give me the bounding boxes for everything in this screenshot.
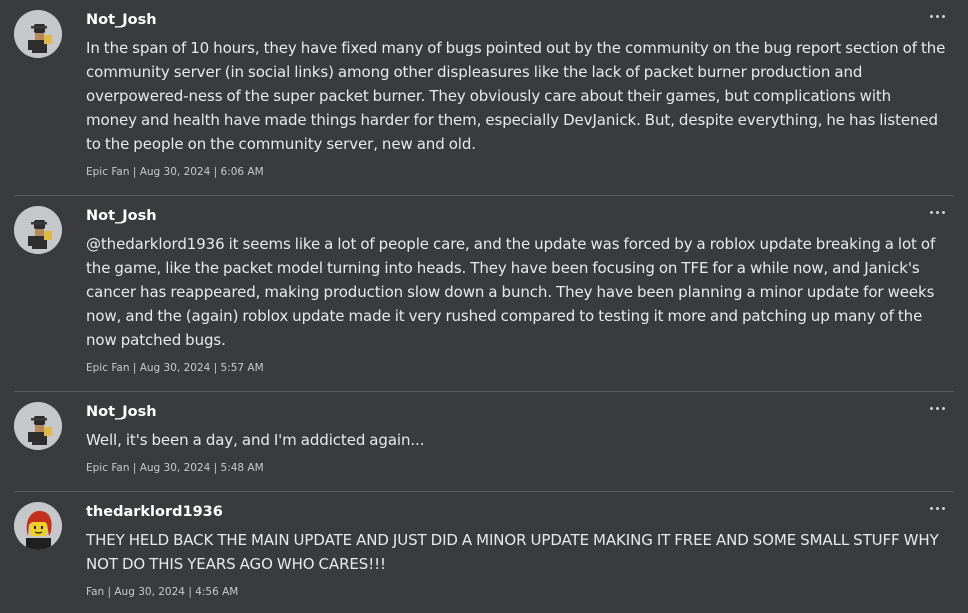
comment-text: @thedarklord1936 it seems like a lot of … (86, 235, 936, 349)
comment-text: THEY HELD BACK THE MAIN UPDATE AND JUST … (86, 531, 939, 573)
comment-item: Not_Josh Well, it's been a day, and I'm … (0, 392, 968, 492)
grey-avatar-icon[interactable] (14, 10, 62, 58)
more-options-icon[interactable] (930, 208, 946, 216)
comment-author[interactable]: Not_Josh (86, 404, 157, 420)
comment-item: Not_Josh @thedarklord1936 it seems like … (0, 196, 968, 392)
more-options-icon[interactable] (930, 504, 946, 512)
comment-meta: Epic Fan | Aug 30, 2024 | 5:48 AM (86, 462, 264, 474)
comment-meta: Fan | Aug 30, 2024 | 4:56 AM (86, 586, 239, 598)
more-options-icon[interactable] (930, 404, 946, 412)
comment-text: Well, it's been a day, and I'm addicted … (86, 431, 425, 449)
comment-author[interactable]: Not_Josh (86, 208, 157, 224)
comment-meta: Epic Fan | Aug 30, 2024 | 5:57 AM (86, 362, 264, 374)
grey-avatar-icon[interactable] (14, 402, 62, 450)
comment-item: Not_Josh In the span of 10 hours, they h… (0, 0, 968, 196)
comment-author[interactable]: thedarklord1936 (86, 504, 223, 520)
comment-meta: Epic Fan | Aug 30, 2024 | 6:06 AM (86, 166, 264, 178)
comment-text: In the span of 10 hours, they have fixed… (86, 39, 946, 153)
comment-author[interactable]: Not_Josh (86, 12, 157, 28)
grey-avatar-icon[interactable] (14, 206, 62, 254)
comments-list: Not_Josh In the span of 10 hours, they h… (0, 0, 968, 613)
comment-item: thedarklord1936 THEY HELD BACK THE MAIN … (0, 492, 968, 613)
more-options-icon[interactable] (930, 12, 946, 20)
red-hair-avatar-icon[interactable] (14, 502, 62, 550)
